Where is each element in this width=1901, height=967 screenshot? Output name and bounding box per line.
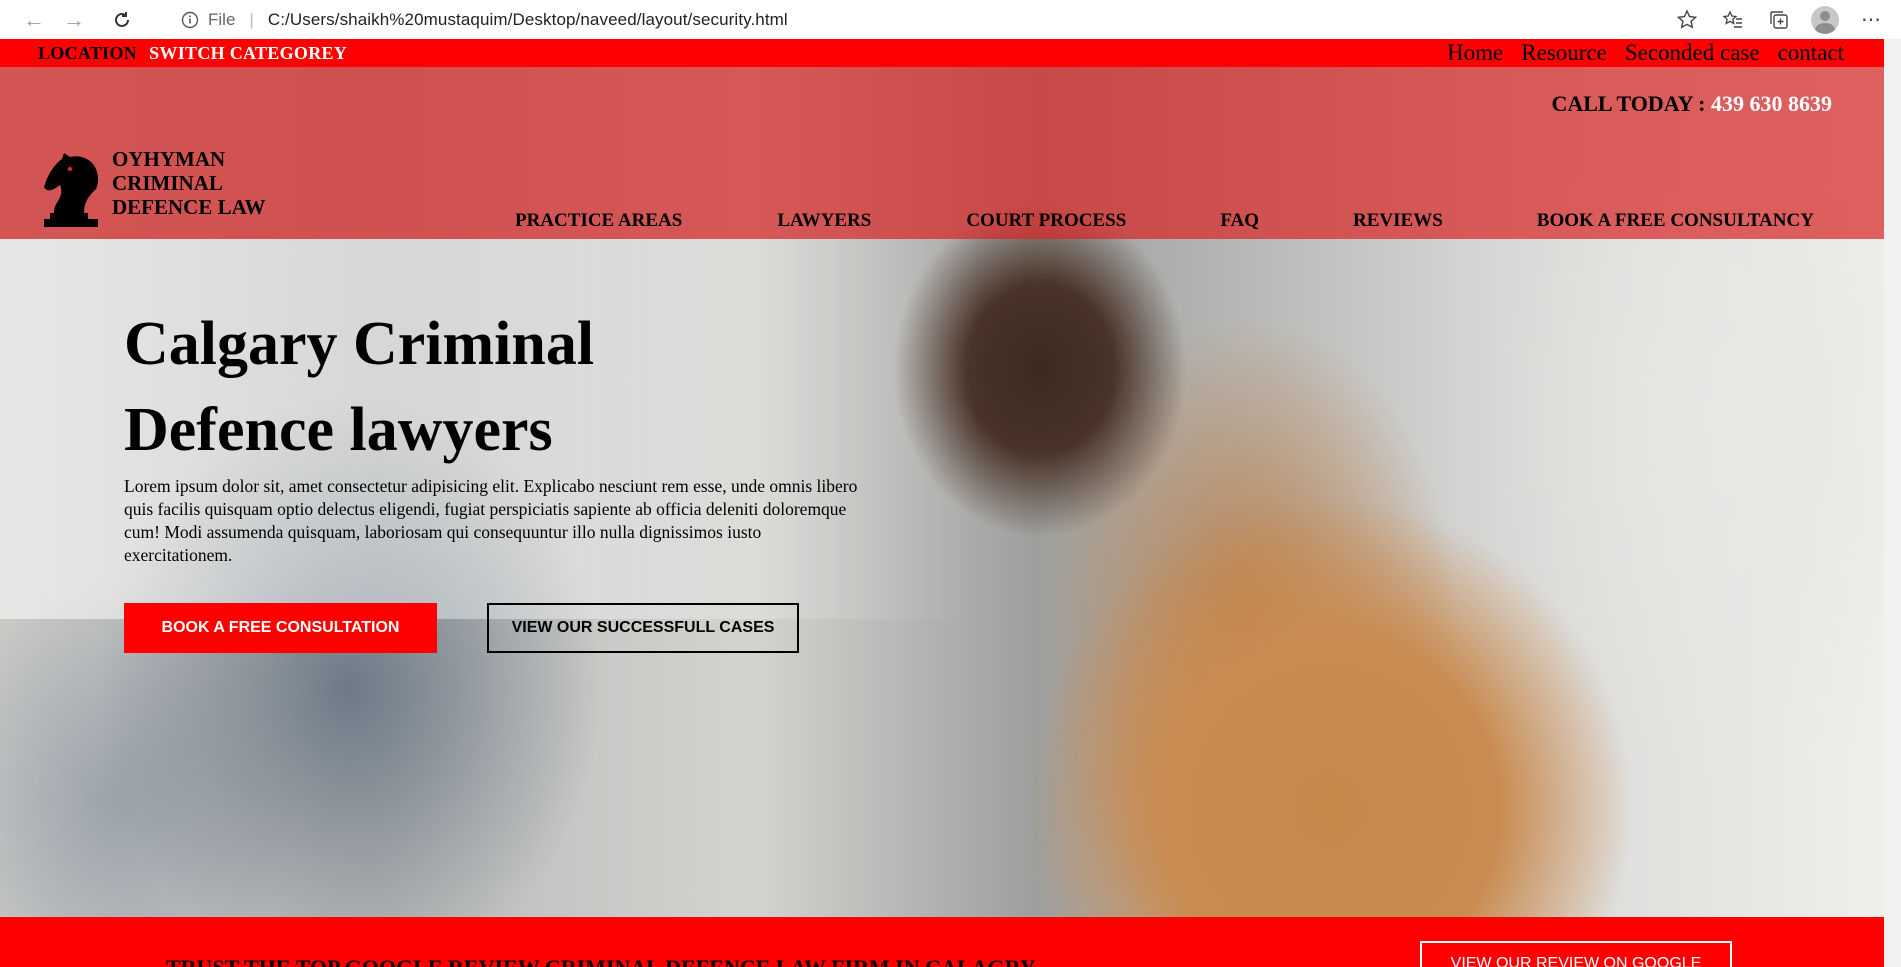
address-divider: | bbox=[249, 9, 254, 29]
location-link[interactable]: LOCATION bbox=[38, 43, 137, 64]
knight-logo-icon bbox=[44, 153, 99, 227]
call-today: CALL TODAY : 439 630 8639 bbox=[1551, 91, 1832, 117]
nav-practice-areas[interactable]: PRACTICE AREAS bbox=[515, 210, 682, 232]
site-logo[interactable]: OYHYMAN CRIMINAL DEFENCE LAW bbox=[40, 147, 265, 227]
favorites-icon[interactable] bbox=[1719, 6, 1747, 34]
view-cases-button[interactable]: VIEW OUR SUCCESSFULL CASES bbox=[487, 603, 799, 653]
logo-line-1: OYHYMAN bbox=[112, 147, 226, 171]
forward-arrow-icon[interactable]: → bbox=[54, 5, 94, 35]
logo-line-2: CRIMINAL bbox=[112, 171, 223, 195]
site-header: CALL TODAY : 439 630 8639 OYHYMAN CRIMIN… bbox=[0, 67, 1884, 239]
nav-lawyers[interactable]: LAWYERS bbox=[777, 210, 871, 232]
hero-description: Lorem ipsum dolor sit, amet consectetur … bbox=[124, 476, 858, 565]
top-links: Home Resource Seconded case contact bbox=[1447, 40, 1844, 66]
view-review-button[interactable]: VIEW OUR REVIEW ON GOOGLE bbox=[1420, 941, 1732, 967]
call-number[interactable]: 439 630 8639 bbox=[1711, 91, 1832, 116]
url-text[interactable]: C:/Users/shaikh%20mustaquim/Desktop/nave… bbox=[268, 10, 788, 30]
more-icon[interactable]: ⋯ bbox=[1857, 6, 1885, 34]
collections-icon[interactable] bbox=[1765, 6, 1793, 34]
trust-heading: TRUST THE TOP GOOGLE REVIEW CRIMINAL DEF… bbox=[166, 955, 1036, 967]
top-link-contact[interactable]: contact bbox=[1778, 40, 1844, 66]
main-nav: PRACTICE AREAS LAWYERS COURT PROCESS FAQ… bbox=[515, 210, 1814, 232]
browser-toolbar: ← → File | C:/Users/shaikh%20mustaquim/D… bbox=[0, 0, 1901, 39]
logo-text: OYHYMAN CRIMINAL DEFENCE LAW bbox=[112, 147, 265, 219]
reload-icon[interactable] bbox=[102, 5, 142, 35]
top-link-resource[interactable]: Resource bbox=[1521, 40, 1607, 66]
hero-title-line-1: Calgary Criminal bbox=[124, 310, 595, 378]
nav-court-process[interactable]: COURT PROCESS bbox=[966, 210, 1126, 232]
top-link-home[interactable]: Home bbox=[1447, 40, 1503, 66]
hero-title-line-2: Defence lawyers bbox=[124, 396, 553, 464]
book-consultation-button[interactable]: BOOK A FREE CONSULTATION bbox=[124, 603, 437, 653]
top-bar: LOCATION SWITCH CATEGOREY Home Resource … bbox=[0, 39, 1884, 67]
info-icon[interactable] bbox=[178, 8, 202, 32]
call-label: CALL TODAY : bbox=[1551, 91, 1706, 116]
scheme-label: File bbox=[208, 9, 236, 29]
top-link-seconded-case[interactable]: Seconded case bbox=[1625, 40, 1760, 66]
logo-line-3: DEFENCE LAW bbox=[112, 195, 266, 219]
add-favorite-icon[interactable] bbox=[1673, 6, 1701, 34]
nav-book-consultancy[interactable]: BOOK A FREE CONSULTANCY bbox=[1537, 210, 1814, 232]
profile-icon[interactable] bbox=[1811, 5, 1839, 34]
review-band: TRUST THE TOP GOOGLE REVIEW CRIMINAL DEF… bbox=[0, 917, 1884, 967]
back-arrow-icon[interactable]: ← bbox=[14, 5, 54, 35]
webpage: LOCATION SWITCH CATEGOREY Home Resource … bbox=[0, 39, 1901, 967]
switch-category-link[interactable]: SWITCH CATEGOREY bbox=[149, 43, 347, 64]
address-bar[interactable]: File | C:/Users/shaikh%20mustaquim/Deskt… bbox=[178, 5, 1628, 35]
nav-reviews[interactable]: REVIEWS bbox=[1353, 210, 1443, 232]
hero-title: Calgary Criminal Defence lawyers bbox=[124, 301, 824, 473]
nav-faq[interactable]: FAQ bbox=[1220, 210, 1259, 232]
